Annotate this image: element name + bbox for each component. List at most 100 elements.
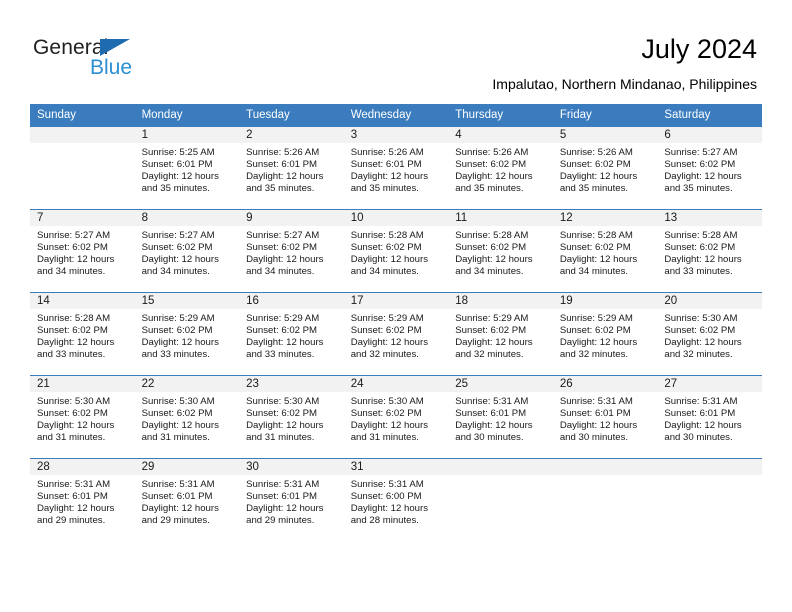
day-number: 12 — [552, 210, 658, 226]
calendar-day[interactable]: 30 Sunrise: 5:31 AM Sunset: 6:01 PM Dayligh… — [239, 459, 344, 541]
calendar-day[interactable]: 27 Sunrise: 5:31 AM Sunset: 6:01 PM Dayligh… — [657, 376, 762, 458]
daylight-duration-line1: Daylight: 12 hours — [37, 502, 115, 514]
sunrise-time: Sunrise: 5:28 AM — [455, 230, 529, 241]
daylight-duration-line2: and 35 minutes. — [559, 182, 629, 194]
calendar-day[interactable]: 22 Sunrise: 5:30 AM Sunset: 6:02 PM Dayligh… — [134, 376, 240, 458]
calendar-day[interactable]: 26 Sunrise: 5:31 AM Sunset: 6:01 PM Dayligh… — [552, 376, 658, 458]
calendar-day[interactable]: 13 Sunrise: 5:28 AM Sunset: 6:02 PM Dayligh… — [657, 210, 762, 292]
sunrise-time: Sunrise: 5:26 AM — [246, 147, 320, 158]
daylight-duration-line2: and 29 minutes. — [37, 514, 106, 526]
calendar-day[interactable]: 19 Sunrise: 5:29 AM Sunset: 6:02 PM Dayligh… — [552, 293, 658, 375]
calendar-cell: 25 Sunrise: 5:31 AM Sunset: 6:01 PM Dayligh… — [448, 375, 553, 459]
day-details: Sunrise: 5:31 AM Sunset: 6:01 PM Daylight:… — [239, 475, 344, 527]
day-number: 2 — [239, 127, 344, 143]
calendar-day[interactable]: 9 Sunrise: 5:27 AM Sunset: 6:02 PM Daylight… — [239, 210, 344, 292]
day-details: Sunrise: 5:31 AM Sunset: 6:01 PM Daylight:… — [657, 392, 762, 444]
calendar-day[interactable]: 7 Sunrise: 5:27 AM Sunset: 6:02 PM Daylight… — [30, 210, 135, 292]
calendar-day[interactable]: 12 Sunrise: 5:28 AM Sunset: 6:02 PM Dayligh… — [552, 210, 658, 292]
calendar-day[interactable]: 24 Sunrise: 5:30 AM Sunset: 6:02 PM Dayligh… — [343, 376, 449, 458]
daylight-duration-line2: and 31 minutes. — [141, 431, 210, 443]
calendar-day[interactable]: 8 Sunrise: 5:27 AM Sunset: 6:02 PM Daylight… — [134, 210, 240, 292]
weekday-header-friday: Friday — [552, 104, 658, 127]
sunrise-time: Sunrise: 5:30 AM — [246, 396, 320, 407]
daylight-duration-line2: and 33 minutes. — [141, 348, 210, 360]
sunset-time: Sunset: 6:02 PM — [141, 324, 213, 336]
general-blue-logo[interactable]: General Blue — [33, 36, 163, 82]
daylight-duration-line1: Daylight: 12 hours — [559, 253, 638, 265]
day-number: 31 — [343, 459, 449, 475]
calendar-cell: 7 Sunrise: 5:27 AM Sunset: 6:02 PM Daylight… — [30, 209, 135, 293]
day-details: Sunrise: 5:31 AM Sunset: 6:01 PM Daylight:… — [30, 475, 135, 527]
calendar-day[interactable]: 17 Sunrise: 5:29 AM Sunset: 6:02 PM Dayligh… — [343, 293, 449, 375]
daylight-duration-line1: Daylight: 12 hours — [350, 502, 429, 514]
calendar-day[interactable]: 25 Sunrise: 5:31 AM Sunset: 6:01 PM Dayligh… — [448, 376, 553, 458]
day-number: 16 — [239, 293, 344, 309]
daylight-duration-line1: Daylight: 12 hours — [664, 170, 742, 182]
sunset-time: Sunset: 6:02 PM — [350, 407, 422, 419]
day-number: 17 — [343, 293, 449, 309]
calendar-day[interactable]: 18 Sunrise: 5:29 AM Sunset: 6:02 PM Dayligh… — [448, 293, 553, 375]
calendar-day[interactable]: 15 Sunrise: 5:29 AM Sunset: 6:02 PM Dayligh… — [134, 293, 240, 375]
calendar-day[interactable]: 31 Sunrise: 5:31 AM Sunset: 6:00 PM Dayligh… — [343, 459, 449, 541]
day-number: 9 — [239, 210, 344, 226]
calendar-cell: 4 Sunrise: 5:26 AM Sunset: 6:02 PM Daylight… — [448, 126, 553, 210]
calendar-day[interactable]: 14 Sunrise: 5:28 AM Sunset: 6:02 PM Dayligh… — [30, 293, 135, 375]
calendar-cell: 22 Sunrise: 5:30 AM Sunset: 6:02 PM Dayligh… — [134, 375, 240, 459]
calendar-week-row: 7 Sunrise: 5:27 AM Sunset: 6:02 PM Daylight… — [30, 209, 762, 293]
day-details: Sunrise: 5:31 AM Sunset: 6:00 PM Daylight:… — [344, 475, 449, 527]
day-details: Sunrise: 5:29 AM Sunset: 6:02 PM Daylight:… — [135, 309, 240, 361]
calendar-day[interactable]: 1 Sunrise: 5:25 AM Sunset: 6:01 PM Daylight… — [134, 127, 240, 209]
day-number — [448, 459, 553, 475]
calendar-day[interactable]: 21 Sunrise: 5:30 AM Sunset: 6:02 PM Dayligh… — [30, 376, 135, 458]
day-details: Sunrise: 5:31 AM Sunset: 6:01 PM Daylight:… — [135, 475, 240, 527]
daylight-duration-line1: Daylight: 12 hours — [141, 502, 219, 514]
day-number: 22 — [134, 376, 240, 392]
calendar-cell: 26 Sunrise: 5:31 AM Sunset: 6:01 PM Dayligh… — [552, 375, 658, 459]
calendar-day[interactable]: 3 Sunrise: 5:26 AM Sunset: 6:01 PM Daylight… — [343, 127, 449, 209]
daylight-duration-line2: and 34 minutes. — [455, 265, 524, 277]
sunrise-time: Sunrise: 5:26 AM — [350, 147, 424, 158]
sunrise-time: Sunrise: 5:29 AM — [559, 313, 633, 324]
calendar-week-row: 14 Sunrise: 5:28 AM Sunset: 6:02 PM Dayligh… — [30, 292, 762, 376]
sunrise-time: Sunrise: 5:27 AM — [37, 230, 111, 241]
sunrise-time: Sunrise: 5:31 AM — [559, 396, 633, 407]
weekday-header-monday: Monday — [134, 104, 240, 127]
sunset-time: Sunset: 6:01 PM — [246, 490, 318, 502]
day-number — [657, 459, 762, 475]
day-number: 27 — [657, 376, 762, 392]
day-details: Sunrise: 5:28 AM Sunset: 6:02 PM Daylight:… — [448, 226, 553, 278]
daylight-duration-line2: and 28 minutes. — [350, 514, 419, 526]
calendar-page: General Blue July 2024 Impalutao, Northe… — [0, 0, 792, 612]
calendar-day[interactable]: 29 Sunrise: 5:31 AM Sunset: 6:01 PM Dayligh… — [134, 459, 240, 541]
day-details: Sunrise: 5:26 AM Sunset: 6:01 PM Daylight:… — [239, 143, 344, 195]
calendar-day[interactable]: 2 Sunrise: 5:26 AM Sunset: 6:01 PM Daylight… — [239, 127, 344, 209]
day-details: Sunrise: 5:29 AM Sunset: 6:02 PM Daylight:… — [553, 309, 658, 361]
calendar-day[interactable]: 5 Sunrise: 5:26 AM Sunset: 6:02 PM Daylight… — [552, 127, 658, 209]
calendar-day[interactable]: 20 Sunrise: 5:30 AM Sunset: 6:02 PM Dayligh… — [657, 293, 762, 375]
calendar-header-row: Sunday Monday Tuesday Wednesday Thursday… — [30, 104, 762, 127]
page-title: July 2024 — [641, 34, 757, 64]
sunrise-time: Sunrise: 5:30 AM — [37, 396, 111, 407]
calendar-day[interactable]: 4 Sunrise: 5:26 AM Sunset: 6:02 PM Daylight… — [448, 127, 553, 209]
calendar-cell: 2 Sunrise: 5:26 AM Sunset: 6:01 PM Daylight… — [239, 126, 344, 210]
sunset-time: Sunset: 6:02 PM — [664, 158, 736, 170]
calendar-day[interactable]: 28 Sunrise: 5:31 AM Sunset: 6:01 PM Dayligh… — [30, 459, 135, 541]
calendar-day[interactable]: 16 Sunrise: 5:29 AM Sunset: 6:02 PM Dayligh… — [239, 293, 344, 375]
day-number: 10 — [343, 210, 449, 226]
calendar-cell: 8 Sunrise: 5:27 AM Sunset: 6:02 PM Daylight… — [134, 209, 240, 293]
daylight-duration-line1: Daylight: 12 hours — [141, 336, 219, 348]
daylight-duration-line1: Daylight: 12 hours — [455, 253, 533, 265]
calendar-day[interactable]: 10 Sunrise: 5:28 AM Sunset: 6:02 PM Dayligh… — [343, 210, 449, 292]
calendar-day[interactable]: 11 Sunrise: 5:28 AM Sunset: 6:02 PM Dayligh… — [448, 210, 553, 292]
day-details: Sunrise: 5:28 AM Sunset: 6:02 PM Daylight:… — [344, 226, 449, 278]
calendar-cell: 13 Sunrise: 5:28 AM Sunset: 6:02 PM Dayligh… — [657, 209, 762, 293]
sunrise-time: Sunrise: 5:26 AM — [455, 147, 529, 158]
day-number: 7 — [30, 210, 135, 226]
calendar-day[interactable]: 23 Sunrise: 5:30 AM Sunset: 6:02 PM Dayligh… — [239, 376, 344, 458]
daylight-duration-line1: Daylight: 12 hours — [350, 336, 429, 348]
sunset-time: Sunset: 6:02 PM — [664, 324, 736, 336]
day-details: Sunrise: 5:25 AM Sunset: 6:01 PM Daylight:… — [135, 143, 240, 195]
calendar-day-empty — [30, 127, 135, 209]
calendar-cell: 31 Sunrise: 5:31 AM Sunset: 6:00 PM Dayligh… — [343, 458, 449, 541]
calendar-day[interactable]: 6 Sunrise: 5:27 AM Sunset: 6:02 PM Daylight… — [657, 127, 762, 209]
